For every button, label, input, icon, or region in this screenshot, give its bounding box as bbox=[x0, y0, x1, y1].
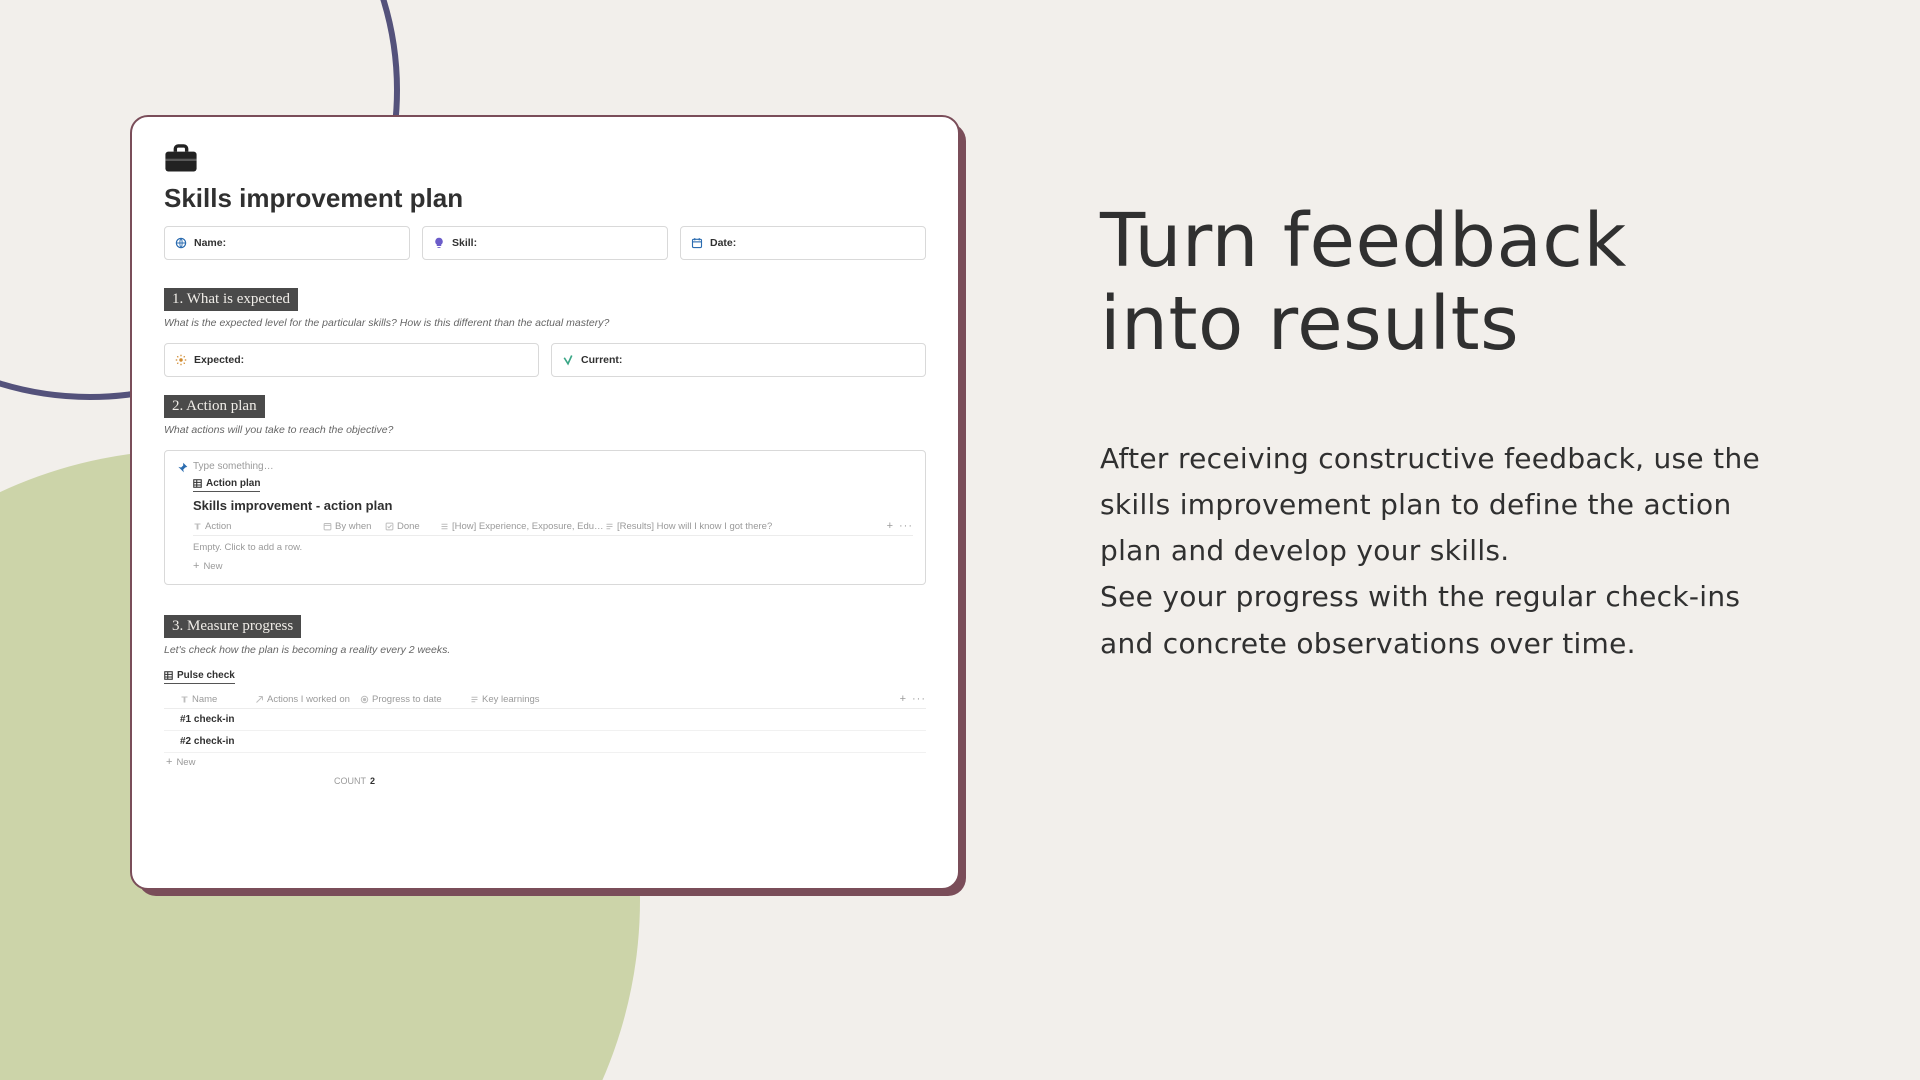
embed-placeholder-row[interactable]: Type something… bbox=[177, 461, 913, 472]
table-row[interactable]: #2 check-in bbox=[164, 731, 926, 753]
add-column-button[interactable]: + bbox=[887, 521, 893, 532]
col-learnings[interactable]: Key learnings bbox=[470, 694, 886, 705]
count-summary: COUNT2 bbox=[164, 772, 926, 786]
col-name[interactable]: Name bbox=[180, 694, 255, 705]
text-col-icon bbox=[605, 522, 614, 531]
plus-icon: + bbox=[166, 757, 172, 768]
col-progress[interactable]: Progress to date bbox=[360, 694, 470, 705]
col-by-when[interactable]: By when bbox=[323, 521, 385, 532]
add-column-button[interactable]: + bbox=[900, 694, 906, 705]
pulse-header-row: Name Actions I worked on Progress to dat… bbox=[164, 690, 926, 709]
pulse-col-actions: + ··· bbox=[886, 693, 926, 705]
date-label: Date: bbox=[710, 237, 736, 249]
card-surface: Skills improvement plan Name: Skill: Dat… bbox=[130, 115, 960, 890]
empty-row[interactable]: Empty. Click to add a row. bbox=[193, 536, 913, 557]
promo-column: Turn feedback into results After receivi… bbox=[1100, 200, 1780, 667]
table-icon bbox=[193, 479, 202, 488]
pulse-table: Name Actions I worked on Progress to dat… bbox=[164, 690, 926, 786]
pulse-tab-label: Pulse check bbox=[177, 670, 235, 681]
table-header-row: Action By when Done [How] Experience, Ex… bbox=[193, 517, 913, 536]
multiselect-icon bbox=[440, 522, 449, 531]
action-plan-table-title: Skills improvement - action plan bbox=[177, 498, 913, 513]
pin-icon bbox=[177, 462, 187, 472]
new-row-button[interactable]: +New bbox=[164, 753, 926, 772]
bulb-icon bbox=[433, 237, 445, 249]
placeholder-text: Type something… bbox=[193, 461, 274, 472]
text-icon bbox=[193, 522, 202, 531]
section-3-header: 3. Measure progress bbox=[164, 615, 301, 638]
col-done[interactable]: Done bbox=[385, 521, 440, 532]
date-field[interactable]: Date: bbox=[680, 226, 926, 260]
promo-body-1: After receiving constructive feedback, u… bbox=[1100, 442, 1760, 567]
new-row-button[interactable]: +New bbox=[193, 557, 913, 576]
promo-headline: Turn feedback into results bbox=[1100, 200, 1780, 366]
pulse-tabs: Pulse check bbox=[164, 670, 926, 684]
section-2-header: 2. Action plan bbox=[164, 395, 265, 418]
section-2-subtext: What actions will you take to reach the … bbox=[164, 424, 926, 436]
calendar-icon bbox=[323, 522, 332, 531]
expected-field[interactable]: Expected: bbox=[164, 343, 539, 377]
col-actions-worked[interactable]: Actions I worked on bbox=[255, 694, 360, 705]
expected-label: Expected: bbox=[194, 354, 244, 366]
action-plan-embed: Type something… Action plan Skills impro… bbox=[164, 450, 926, 585]
tab-action-plan[interactable]: Action plan bbox=[193, 478, 260, 492]
text-col-icon bbox=[470, 695, 479, 704]
skill-field[interactable]: Skill: bbox=[422, 226, 668, 260]
status-icon bbox=[360, 695, 369, 704]
section-3-subtext: Let's check how the plan is becoming a r… bbox=[164, 644, 926, 656]
text-icon bbox=[180, 695, 189, 704]
briefcase-icon bbox=[164, 143, 926, 173]
gear-icon bbox=[175, 354, 187, 366]
promo-body: After receiving constructive feedback, u… bbox=[1100, 436, 1780, 667]
table-options-button[interactable]: ··· bbox=[912, 693, 926, 705]
section-1-header: 1. What is expected bbox=[164, 288, 298, 311]
col-results[interactable]: [Results] How will I know I got there? bbox=[605, 521, 873, 532]
pulse-check-block: Pulse check Name Actions I worked on Pro… bbox=[164, 670, 926, 786]
section-1-subtext: What is the expected level for the parti… bbox=[164, 317, 926, 329]
name-label: Name: bbox=[194, 237, 226, 249]
globe-icon bbox=[175, 237, 187, 249]
current-label: Current: bbox=[581, 354, 622, 366]
table-icon bbox=[164, 671, 173, 680]
table-options-button[interactable]: ··· bbox=[899, 520, 913, 532]
promo-body-2: See your progress with the regular check… bbox=[1100, 580, 1740, 659]
action-plan-tabs: Action plan bbox=[177, 478, 913, 492]
name-field[interactable]: Name: bbox=[164, 226, 410, 260]
template-card: Skills improvement plan Name: Skill: Dat… bbox=[130, 115, 960, 890]
current-field[interactable]: Current: bbox=[551, 343, 926, 377]
col-how[interactable]: [How] Experience, Exposure, Edu… bbox=[440, 521, 605, 532]
top-field-row: Name: Skill: Date: bbox=[164, 226, 926, 260]
relation-icon bbox=[255, 695, 264, 704]
tab-label: Action plan bbox=[206, 478, 260, 489]
page-title: Skills improvement plan bbox=[164, 183, 926, 214]
action-plan-table: Action By when Done [How] Experience, Ex… bbox=[177, 517, 913, 576]
check-v-icon bbox=[562, 354, 574, 366]
skill-label: Skill: bbox=[452, 237, 477, 249]
calendar-icon bbox=[691, 237, 703, 249]
table-row[interactable]: #1 check-in bbox=[164, 709, 926, 731]
plus-icon: + bbox=[193, 561, 199, 572]
col-action[interactable]: Action bbox=[193, 521, 323, 532]
expected-current-row: Expected: Current: bbox=[164, 343, 926, 377]
col-actions: + ··· bbox=[873, 520, 913, 532]
checkbox-icon bbox=[385, 522, 394, 531]
tab-pulse-check[interactable]: Pulse check bbox=[164, 670, 235, 684]
